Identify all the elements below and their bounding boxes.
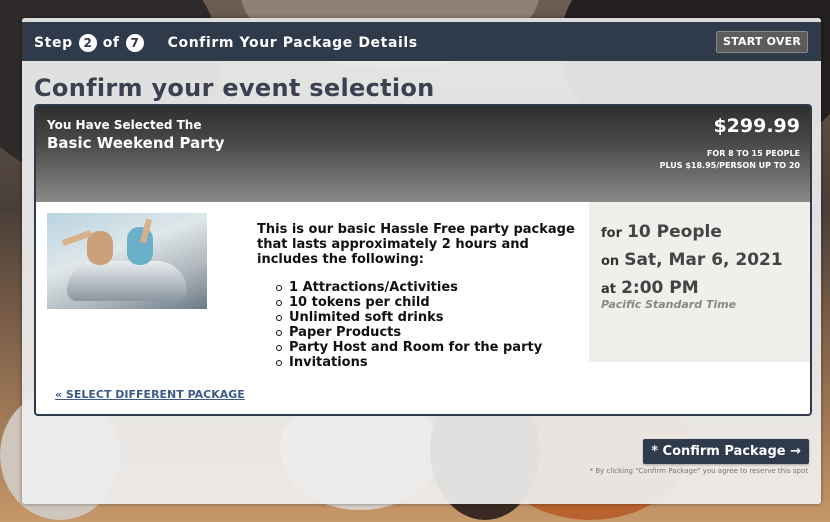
list-item: 10 tokens per child (275, 295, 542, 310)
step-header: Step 2 of 7 Confirm Your Package Details… (22, 18, 821, 61)
capacity-line: FOR 8 TO 15 PEOPLE (706, 149, 800, 158)
list-item: Paper Products (275, 325, 542, 340)
booking-time: at 2:00 PM (601, 278, 699, 298)
selected-label: You Have Selected The (47, 118, 202, 132)
package-price: $299.99 (713, 115, 800, 137)
list-item: Invitations (275, 355, 542, 370)
booking-timezone: Pacific Standard Time (601, 298, 737, 311)
list-item: 1 Attractions/Activities (275, 280, 542, 295)
step-word: Step (34, 35, 73, 51)
package-photo (47, 213, 207, 309)
step-title: Confirm Your Package Details (167, 35, 418, 51)
package-description: This is our basic Hassle Free party pack… (257, 222, 575, 267)
main-panel: Step 2 of 7 Confirm Your Package Details… (22, 18, 821, 504)
step-of: of (102, 35, 120, 51)
booking-people: for 10 People (601, 222, 722, 242)
extra-person-line: PLUS $18.95/PERSON UP TO 20 (659, 161, 800, 170)
step-current: 2 (78, 34, 97, 52)
feature-list: 1 Attractions/Activities 10 tokens per c… (275, 280, 543, 370)
package-capacity: FOR 8 TO 15 PEOPLE PLUS $18.95/PERSON UP… (660, 148, 800, 172)
select-different-package-link[interactable]: « SELECT DIFFERENT PACKAGE (55, 388, 245, 401)
package-name: Basic Weekend Party (47, 134, 225, 152)
confirm-package-button[interactable]: * Confirm Package → (643, 439, 809, 464)
confirm-disclaimer: * By clicking "Confirm Package" you agre… (589, 467, 808, 475)
package-header: You Have Selected The Basic Weekend Part… (36, 106, 810, 202)
list-item: Unlimited soft drinks (275, 310, 542, 325)
booking-date: on Sat, Mar 6, 2021 (601, 250, 783, 270)
booking-summary: for 10 People on Sat, Mar 6, 2021 at 2:0… (589, 202, 810, 362)
package-card: You Have Selected The Basic Weekend Part… (34, 104, 812, 416)
start-over-button[interactable]: START OVER (716, 31, 808, 53)
page-title: Confirm your event selection (34, 74, 435, 102)
step-indicator: Step 2 of 7 Confirm Your Package Details (34, 34, 418, 52)
step-total: 7 (125, 34, 144, 52)
list-item: Party Host and Room for the party (275, 340, 543, 355)
